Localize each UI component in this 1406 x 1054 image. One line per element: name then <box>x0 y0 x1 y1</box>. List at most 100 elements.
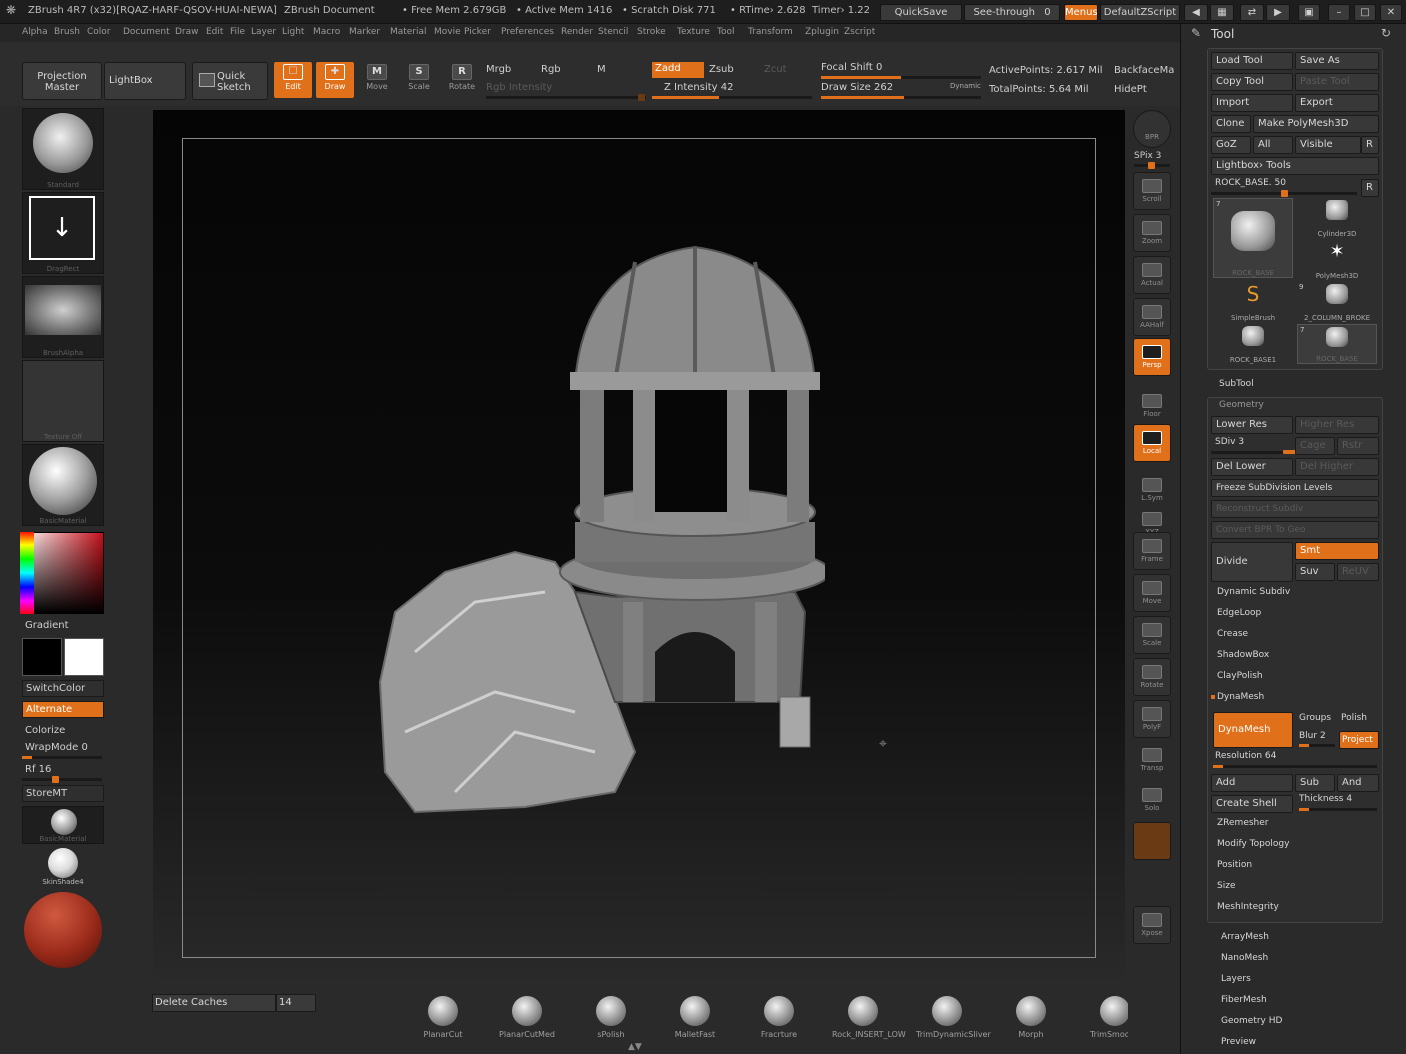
lightbox-button[interactable]: LightBox <box>104 62 186 100</box>
project-toggle[interactable]: Project <box>1339 731 1379 749</box>
fibermesh-header[interactable]: FiberMesh <box>1221 995 1267 1005</box>
make-polymesh-button[interactable]: Make PolyMesh3D <box>1253 115 1379 133</box>
expand-arrow-icon[interactable]: ▲▼ <box>628 1042 642 1052</box>
rf-slider[interactable]: Rf 16 <box>25 764 51 775</box>
arraymesh-header[interactable]: ArrayMesh <box>1221 932 1269 942</box>
hidept-toggle[interactable]: HidePt <box>1114 84 1147 95</box>
alternate-button[interactable]: Alternate <box>22 701 104 718</box>
brush-standard-thumb[interactable]: Standard <box>22 108 104 190</box>
layout-prev-icon[interactable]: ◀ <box>1184 4 1208 21</box>
load-tool-button[interactable]: Load Tool <box>1211 52 1293 70</box>
tool-scale-button[interactable]: S Scale <box>400 62 438 98</box>
subtool-thumb[interactable]: ✶ PolyMesh3D <box>1297 240 1377 281</box>
save-as-button[interactable]: Save As <box>1295 52 1379 70</box>
delete-caches-button[interactable]: Delete Caches <box>152 994 276 1012</box>
del-higher-button[interactable]: Del Higher <box>1295 458 1379 476</box>
layers-header[interactable]: Layers <box>1221 974 1251 984</box>
view-zoom-button[interactable]: Zoom <box>1133 214 1171 252</box>
rf-track[interactable] <box>22 776 102 783</box>
resolution-track[interactable] <box>1213 765 1377 768</box>
main-color-swatch[interactable] <box>22 638 62 676</box>
sdiv-track[interactable] <box>1211 450 1303 454</box>
menu-picker[interactable]: Picker <box>464 27 491 37</box>
menu-color[interactable]: Color <box>87 27 111 37</box>
nanomesh-header[interactable]: NanoMesh <box>1221 953 1268 963</box>
menu-zplugin[interactable]: Zplugin <box>805 27 839 37</box>
view-local-button[interactable]: Local <box>1133 424 1171 462</box>
goz-r-button[interactable]: R <box>1361 136 1379 154</box>
edgeloop-header[interactable]: EdgeLoop <box>1217 608 1261 618</box>
tool-edit-button[interactable]: ☐ Edit <box>274 62 312 98</box>
secondary-color-swatch[interactable] <box>64 638 104 676</box>
maximize-icon[interactable]: □ <box>1354 4 1376 21</box>
skinshade-thumb[interactable]: SkinShade4 <box>22 848 104 888</box>
menu-document[interactable]: Document <box>123 27 170 37</box>
menu-alpha[interactable]: Alpha <box>22 27 48 37</box>
tool-move-button[interactable]: M Move <box>358 62 396 98</box>
brush-malletfast-button[interactable]: MalletFast <box>664 996 726 1039</box>
geometry-header[interactable]: Geometry <box>1219 400 1264 410</box>
reuv-button[interactable]: ReUV <box>1337 563 1379 581</box>
see-through-slider[interactable]: See-through 0 <box>964 4 1060 21</box>
preview-header[interactable]: Preview <box>1221 1037 1256 1047</box>
menu-tool[interactable]: Tool <box>717 27 734 37</box>
view-aahalf-button[interactable]: AAHalf <box>1133 298 1171 336</box>
menu-zscript[interactable]: Zscript <box>844 27 875 37</box>
zcut-toggle[interactable]: Zcut <box>764 64 787 75</box>
import-button[interactable]: Import <box>1211 94 1293 112</box>
spix-track[interactable] <box>1134 162 1170 169</box>
menu-preferences[interactable]: Preferences <box>501 27 554 37</box>
view-polyf-button[interactable]: PolyF <box>1133 700 1171 738</box>
menu-render[interactable]: Render <box>561 27 593 37</box>
menu-stroke[interactable]: Stroke <box>637 27 666 37</box>
m-toggle[interactable]: M <box>597 64 606 75</box>
brush-trimdynamicsliver-button[interactable]: TrimDynamicSliver <box>916 996 991 1039</box>
view-actual-button[interactable]: Actual <box>1133 256 1171 294</box>
dynamesh-button[interactable]: DynaMesh <box>1213 712 1293 748</box>
blur-slider[interactable]: Blur 2 <box>1299 731 1326 741</box>
cage-button[interactable]: Cage <box>1295 437 1335 455</box>
view-transp-button[interactable]: Transp <box>1133 742 1171 780</box>
lightbox-tools-button[interactable]: Lightbox› Tools <box>1211 157 1379 175</box>
current-tool-track[interactable] <box>1211 190 1357 197</box>
menu-layer[interactable]: Layer <box>251 27 276 37</box>
rstr-button[interactable]: Rstr <box>1337 437 1379 455</box>
menu-draw[interactable]: Draw <box>175 27 199 37</box>
zadd-toggle[interactable]: Zadd <box>652 62 704 78</box>
tool-rotate-button[interactable]: R Rotate <box>443 62 481 98</box>
projection-master-button[interactable]: Projection Master <box>22 62 102 100</box>
default-zscript-button[interactable]: DefaultZScript <box>1100 4 1180 21</box>
view-xyz-button[interactable]: XYZ <box>1133 506 1171 536</box>
menu-light[interactable]: Light <box>282 27 304 37</box>
dynamic-toggle[interactable]: Dynamic <box>950 82 981 90</box>
bpr-button[interactable]: BPR <box>1133 110 1171 148</box>
focal-shift-slider[interactable]: Focal Shift 0 <box>821 62 882 73</box>
dynamic-subdiv-header[interactable]: Dynamic Subdiv <box>1217 587 1290 597</box>
texture-thumb[interactable]: Texture Off <box>22 360 104 442</box>
menu-macro[interactable]: Macro <box>313 27 340 37</box>
subtool-thumb[interactable]: 9 2_COLUMN_BROKE <box>1297 282 1377 322</box>
quick-sketch-button[interactable]: Quick Sketch <box>192 62 268 100</box>
groups-toggle[interactable]: Groups <box>1299 713 1331 723</box>
view-frame-button[interactable]: Frame <box>1133 532 1171 570</box>
thickness-slider[interactable]: Thickness 4 <box>1299 794 1352 804</box>
minimize-icon[interactable]: – <box>1328 4 1350 21</box>
rgb-intensity-track[interactable] <box>486 94 646 101</box>
subtool-thumb[interactable]: Cylinder3D <box>1297 198 1377 238</box>
disabled-orange-button[interactable] <box>1133 822 1171 860</box>
goz-all-button[interactable]: All <box>1253 136 1293 154</box>
menus-button[interactable]: Menus <box>1064 4 1098 21</box>
brush-fracrture-button[interactable]: Fracrture <box>748 996 810 1039</box>
menu-brush[interactable]: Brush <box>54 27 80 37</box>
focal-shift-track[interactable] <box>821 76 981 79</box>
claypolish-header[interactable]: ClayPolish <box>1217 671 1263 681</box>
backface-mask-toggle[interactable]: BackfaceMa <box>1114 65 1174 76</box>
view-move-button[interactable]: Move <box>1133 574 1171 612</box>
freeze-subdiv-button[interactable]: Freeze SubDivision Levels <box>1211 479 1379 497</box>
copy-tool-button[interactable]: Copy Tool <box>1211 73 1293 91</box>
quicksave-button[interactable]: QuickSave <box>880 4 962 21</box>
cache-value[interactable]: 14 <box>276 994 316 1012</box>
subtool-thumb[interactable]: S SimpleBrush <box>1213 282 1293 322</box>
menu-file[interactable]: File <box>230 27 245 37</box>
create-shell-button[interactable]: Create Shell <box>1211 795 1293 813</box>
